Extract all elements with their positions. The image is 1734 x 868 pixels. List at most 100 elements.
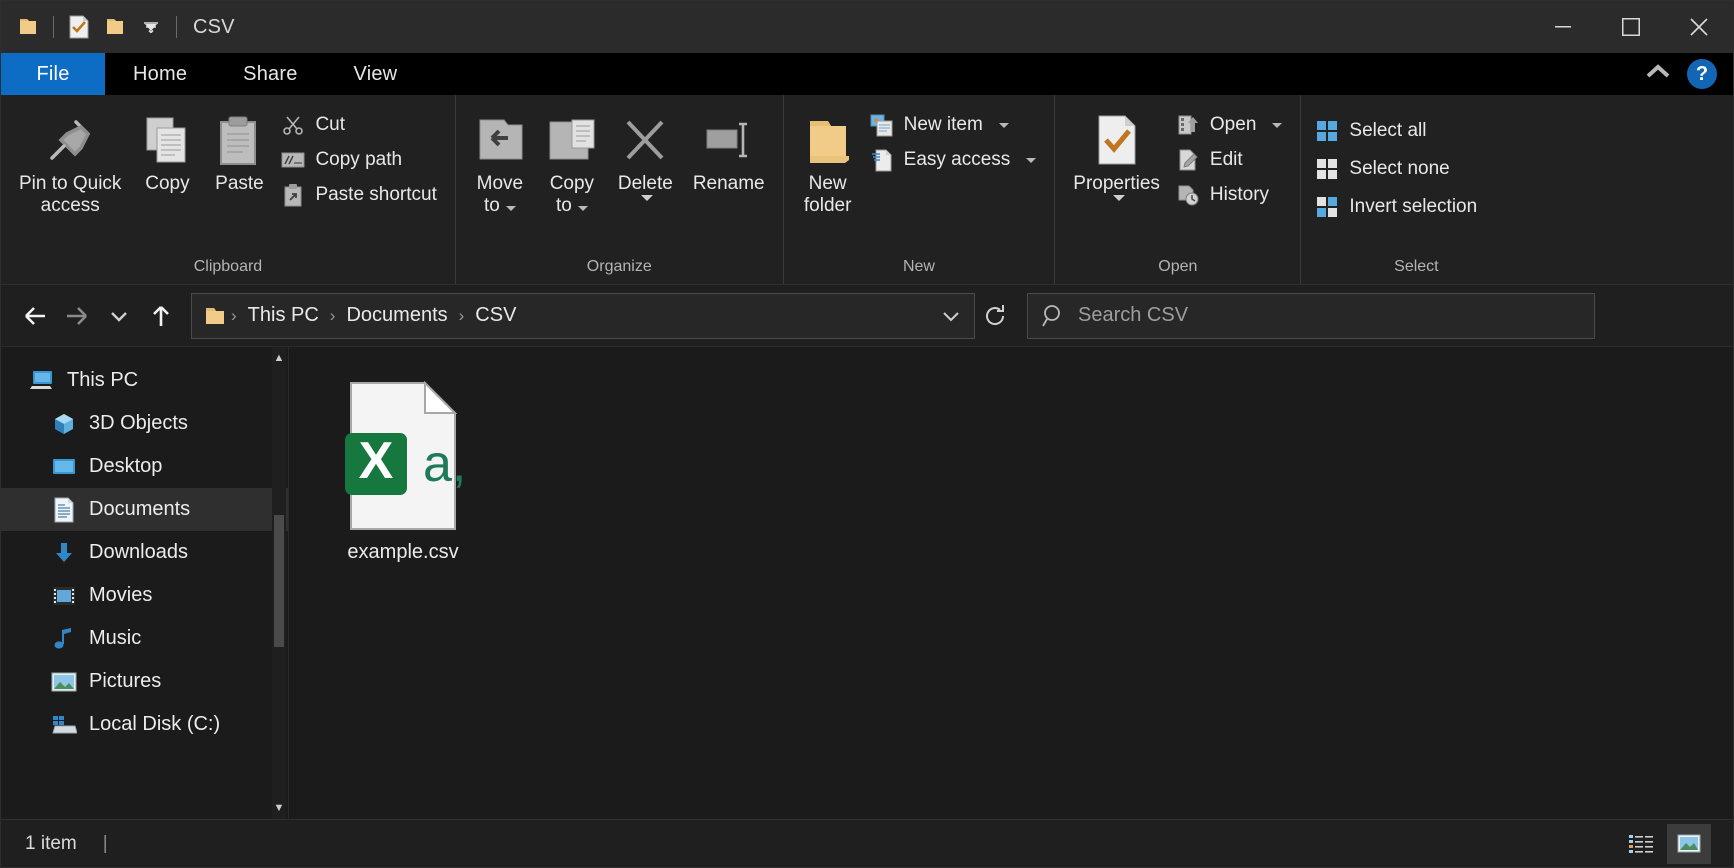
collapse-ribbon-icon[interactable] xyxy=(1643,62,1673,87)
properties-check-icon[interactable] xyxy=(62,10,96,44)
search-input[interactable] xyxy=(1078,304,1580,327)
ribbon-group-open: Properties Open Edi xyxy=(1055,95,1301,284)
breadcrumb: › This PC › Documents › CSV xyxy=(198,300,934,331)
delete-button[interactable]: Delete xyxy=(608,103,683,201)
address-toolbar: › This PC › Documents › CSV xyxy=(1,285,1733,347)
forward-button[interactable] xyxy=(57,296,97,336)
scroll-down-icon[interactable]: ▼ xyxy=(272,799,286,817)
sidebar-item-desktop[interactable]: Desktop xyxy=(1,445,288,488)
sidebar-item-this-pc[interactable]: This PC xyxy=(1,359,288,402)
select-all-button[interactable]: Select all xyxy=(1309,115,1487,147)
qat-title-divider xyxy=(176,16,177,38)
search-box[interactable] xyxy=(1027,293,1595,339)
chevron-down-icon xyxy=(1272,123,1282,128)
close-button[interactable] xyxy=(1665,1,1733,53)
easy-access-icon xyxy=(870,148,894,172)
file-name-label: example.csv xyxy=(347,541,458,564)
ribbon-group-label-clipboard: Clipboard xyxy=(1,256,455,284)
paste-button[interactable]: Paste xyxy=(203,103,275,195)
ribbon-group-organize: Move to Copy to Delete xyxy=(456,95,784,284)
maximize-button[interactable] xyxy=(1597,1,1665,53)
select-small-commands: Select all Select none Invert selection xyxy=(1309,103,1487,223)
sidebar-item-local-disk[interactable]: Local Disk (C:) xyxy=(1,703,288,746)
breadcrumb-this-pc[interactable]: This PC xyxy=(242,300,325,331)
new-folder-icon[interactable] xyxy=(98,10,132,44)
select-none-icon xyxy=(1315,157,1339,181)
address-bar[interactable]: › This PC › Documents › CSV xyxy=(191,293,975,339)
copy-to-icon xyxy=(546,109,598,171)
tab-file[interactable]: File xyxy=(1,53,105,95)
tab-home[interactable]: Home xyxy=(105,53,215,95)
breadcrumb-separator-0: › xyxy=(228,306,240,326)
edit-button[interactable]: Edit xyxy=(1170,144,1292,176)
chevron-down-icon[interactable] xyxy=(641,195,653,201)
paste-shortcut-button[interactable]: Paste shortcut xyxy=(275,179,446,211)
sidebar-item-pictures[interactable]: Pictures xyxy=(1,660,288,703)
properties-button[interactable]: Properties xyxy=(1063,103,1170,201)
new-small-commands: New item Easy access xyxy=(864,103,1047,176)
up-button[interactable] xyxy=(141,296,181,336)
sidebar-item-3d-objects[interactable]: 3D Objects xyxy=(1,402,288,445)
scrollbar-thumb[interactable] xyxy=(274,515,284,647)
breadcrumb-csv[interactable]: CSV xyxy=(469,300,522,331)
easy-access-button[interactable]: Easy access xyxy=(864,144,1047,176)
properties-icon xyxy=(1095,109,1139,171)
copy-button[interactable]: Copy xyxy=(131,103,203,195)
customize-qat-icon[interactable] xyxy=(134,10,168,44)
new-folder-label: New folder xyxy=(804,173,852,217)
cut-label: Cut xyxy=(315,114,345,136)
refresh-button[interactable] xyxy=(977,296,1013,336)
sidebar-item-label: Movies xyxy=(89,584,152,607)
address-dropdown-button[interactable] xyxy=(934,296,968,336)
view-mode-buttons xyxy=(1619,824,1723,864)
recent-locations-button[interactable] xyxy=(99,296,139,336)
status-bar: 1 item | xyxy=(1,819,1733,867)
ribbon-group-clipboard: Pin to Quick access Copy Paste xyxy=(1,95,456,284)
csv-file-icon: a, X xyxy=(343,381,463,531)
file-list-view[interactable]: a, X example.csv xyxy=(289,347,1733,819)
easy-access-label: Easy access xyxy=(904,149,1011,171)
open-button[interactable]: Open xyxy=(1170,109,1292,141)
scroll-up-icon[interactable]: ▲ xyxy=(272,349,286,367)
explorer-body: This PC 3D Objects Desktop Documents xyxy=(1,347,1733,819)
chevron-down-icon[interactable] xyxy=(1113,195,1125,201)
delete-icon xyxy=(620,109,670,171)
edit-icon xyxy=(1176,148,1200,172)
open-icon xyxy=(1176,113,1200,137)
tab-share[interactable]: Share xyxy=(215,53,325,95)
sidebar-item-music[interactable]: Music xyxy=(1,617,288,660)
sidebar-scrollbar[interactable]: ▲ ▼ xyxy=(272,347,286,819)
pin-to-quick-access-button[interactable]: Pin to Quick access xyxy=(9,103,131,217)
invert-selection-icon xyxy=(1315,195,1339,219)
rename-button[interactable]: Rename xyxy=(683,103,775,195)
minimize-button[interactable] xyxy=(1529,1,1597,53)
window-controls xyxy=(1529,1,1733,53)
new-item-button[interactable]: New item xyxy=(864,109,1047,141)
history-button[interactable]: History xyxy=(1170,179,1292,211)
sidebar-item-movies[interactable]: Movies xyxy=(1,574,288,617)
cut-button[interactable]: Cut xyxy=(275,109,446,141)
details-view-button[interactable] xyxy=(1619,824,1663,864)
breadcrumb-documents[interactable]: Documents xyxy=(340,300,453,331)
sidebar-item-documents[interactable]: Documents xyxy=(1,488,288,531)
new-folder-button[interactable]: New folder xyxy=(792,103,864,217)
copy-path-button[interactable]: Copy path xyxy=(275,144,446,176)
rename-label: Rename xyxy=(693,173,765,195)
select-none-button[interactable]: Select none xyxy=(1309,153,1487,185)
clipboard-small-commands: Cut Copy path Paste shortcut xyxy=(275,103,446,211)
sidebar-item-downloads[interactable]: Downloads xyxy=(1,531,288,574)
help-icon[interactable]: ? xyxy=(1687,59,1717,89)
tab-view[interactable]: View xyxy=(326,53,426,95)
pictures-icon xyxy=(51,669,77,695)
navigation-pane: This PC 3D Objects Desktop Documents xyxy=(1,347,289,819)
folder-icon[interactable] xyxy=(11,10,45,44)
back-button[interactable] xyxy=(15,296,55,336)
move-to-button[interactable]: Move to xyxy=(464,103,536,217)
large-icons-view-button[interactable] xyxy=(1667,824,1711,864)
copy-to-button[interactable]: Copy to xyxy=(536,103,608,217)
chevron-down-icon xyxy=(578,206,588,211)
list-item[interactable]: a, X example.csv xyxy=(323,373,483,572)
3d-objects-icon xyxy=(51,411,77,437)
invert-selection-button[interactable]: Invert selection xyxy=(1309,191,1487,223)
ribbon-group-label-select: Select xyxy=(1301,256,1531,284)
